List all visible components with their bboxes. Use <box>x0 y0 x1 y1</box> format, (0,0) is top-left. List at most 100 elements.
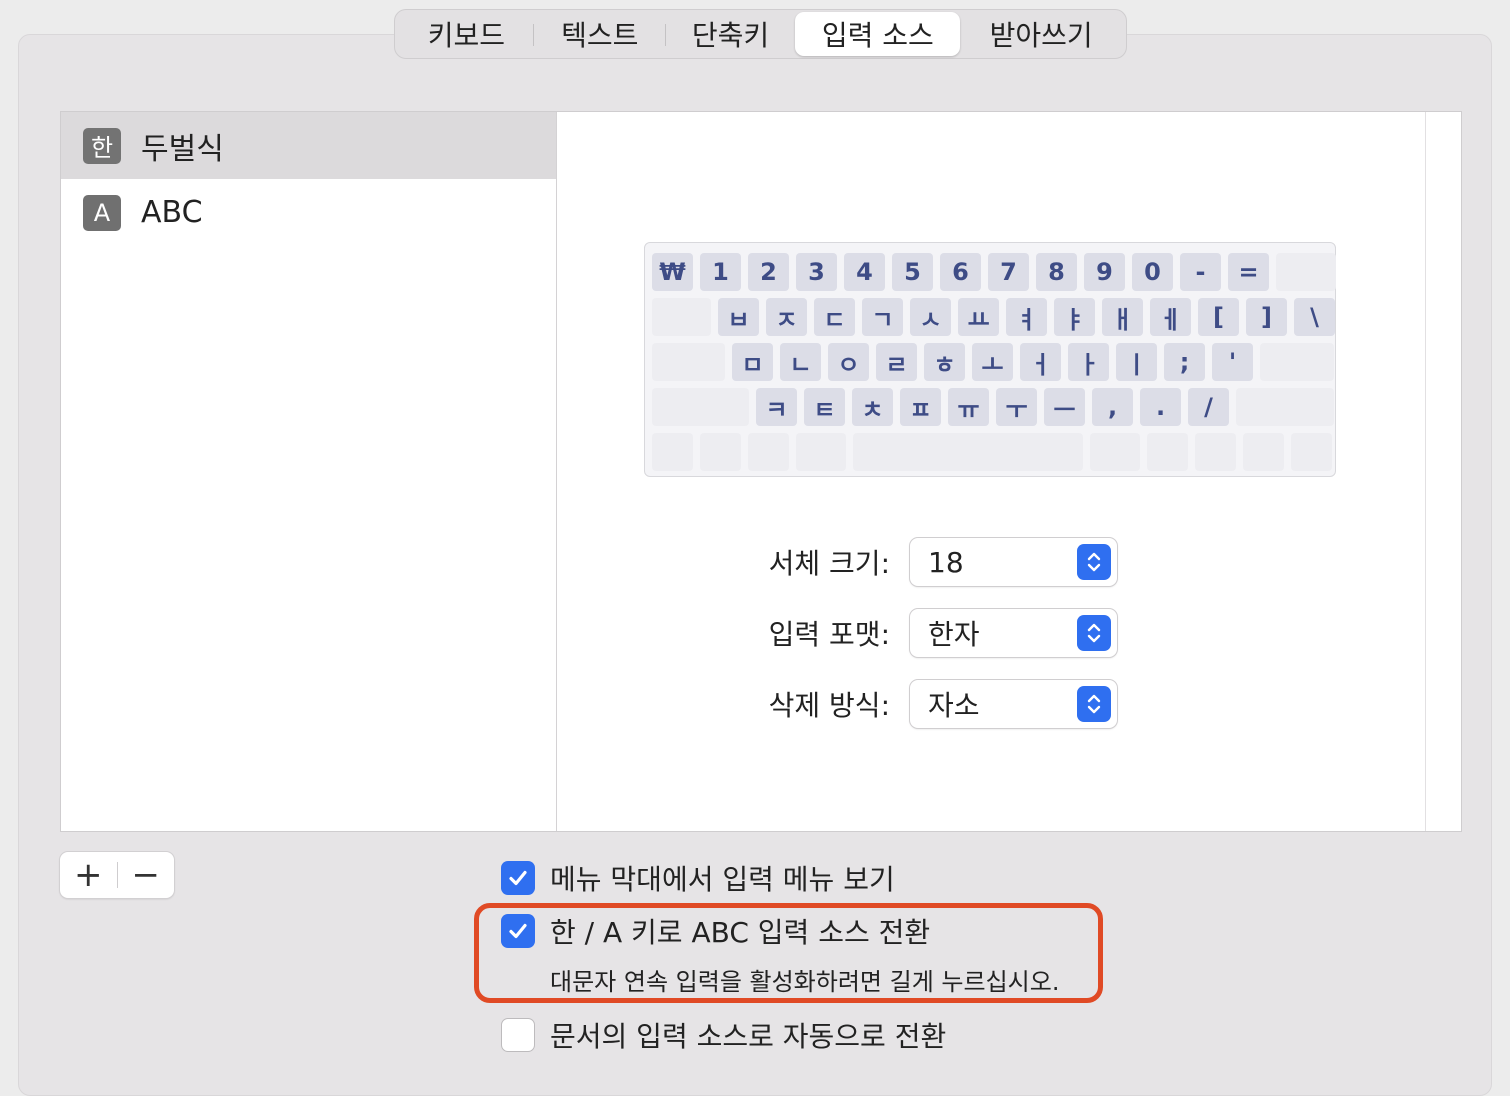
key: ㅍ <box>900 388 941 426</box>
key: / <box>1188 388 1229 426</box>
show-menu-option[interactable]: 메뉴 막대에서 입력 메뉴 보기 <box>501 858 895 898</box>
list-item-abc[interactable]: A ABC <box>61 179 556 246</box>
tab-bar: 키보드 텍스트 단축키 입력 소스 받아쓰기 <box>394 9 1127 59</box>
tab-dictation[interactable]: 받아쓰기 <box>960 12 1122 56</box>
key-option <box>748 433 789 471</box>
input-format-row: 입력 포맷: 한자 <box>700 609 1117 657</box>
keyboard-layout-preview: ₩ 1 2 3 4 5 6 7 8 9 0 - = ㅂ ㅈ ㄷ ㄱ ㅅ ㅛ ㅕ … <box>644 242 1336 477</box>
key-space <box>853 433 1083 471</box>
key-fn <box>652 433 693 471</box>
updown-chevron-icon <box>1077 615 1111 651</box>
list-item-2set[interactable]: 한 두벌식 <box>61 112 556 179</box>
updown-chevron-icon <box>1077 544 1111 580</box>
key: 0 <box>1132 253 1173 291</box>
key: ㄱ <box>862 298 903 336</box>
keyboard-row-2: ㅂ ㅈ ㄷ ㄱ ㅅ ㅛ ㅕ ㅑ ㅐ ㅔ [ ] \ <box>652 298 1335 336</box>
key-up-down <box>1243 433 1284 471</box>
key-control <box>700 433 741 471</box>
key: - <box>1180 253 1221 291</box>
input-format-value: 한자 <box>928 618 980 651</box>
key-right <box>1291 433 1332 471</box>
auto-switch-option[interactable]: 문서의 입력 소스로 자동으로 전환 <box>501 1015 946 1055</box>
font-size-label: 서체 크기: <box>768 547 890 580</box>
key-shift-left <box>652 388 749 426</box>
abc-source-icon: A <box>83 194 121 231</box>
keyboard-row-3: ㅁ ㄴ ㅇ ㄹ ㅎ ㅗ ㅓ ㅏ ㅣ ; ' <box>652 343 1334 381</box>
key: ㅔ <box>1150 298 1191 336</box>
key-delete <box>1276 253 1336 291</box>
key: ㅡ <box>1044 388 1085 426</box>
key: [ <box>1198 298 1239 336</box>
key: ㅏ <box>1068 343 1109 381</box>
delete-method-row: 삭제 방식: 자소 <box>700 680 1117 728</box>
key-return <box>1260 343 1334 381</box>
tab-input-sources[interactable]: 입력 소스 <box>795 12 961 56</box>
key: ㅊ <box>852 388 893 426</box>
key: . <box>1140 388 1181 426</box>
key: ㅜ <box>996 388 1037 426</box>
key: 7 <box>988 253 1029 291</box>
remove-source-button[interactable]: − <box>117 852 174 898</box>
show-menu-label: 메뉴 막대에서 입력 메뉴 보기 <box>550 863 895 896</box>
keyboard-row-4: ㅋ ㅌ ㅊ ㅍ ㅠ ㅜ ㅡ , . / <box>652 388 1334 426</box>
key: ㅈ <box>766 298 807 336</box>
key-option-right <box>1147 433 1188 471</box>
key: ' <box>1212 343 1253 381</box>
key: ㅗ <box>972 343 1013 381</box>
key: ㅓ <box>1020 343 1061 381</box>
hangul-source-icon: 한 <box>83 127 121 164</box>
keyboard-row-1: ₩ 1 2 3 4 5 6 7 8 9 0 - = <box>652 253 1336 291</box>
key: ㅌ <box>804 388 845 426</box>
key-caps <box>652 343 725 381</box>
key: ㅎ <box>924 343 965 381</box>
key: \ <box>1294 298 1335 336</box>
key: 8 <box>1036 253 1077 291</box>
key: ㅑ <box>1054 298 1095 336</box>
key: 9 <box>1084 253 1125 291</box>
auto-switch-checkbox[interactable] <box>501 1018 535 1052</box>
add-remove-control: + − <box>60 852 174 898</box>
font-size-popup[interactable]: 18 <box>910 538 1117 586</box>
key: ㅠ <box>948 388 989 426</box>
key: ㄷ <box>814 298 855 336</box>
checkmark-icon <box>509 870 527 886</box>
source-label: 두벌식 <box>141 131 224 167</box>
input-source-list: 한 두벌식 A ABC <box>61 112 557 831</box>
font-size-row: 서체 크기: 18 <box>700 538 1117 586</box>
key: 4 <box>844 253 885 291</box>
key: ㅇ <box>828 343 869 381</box>
key-command <box>796 433 846 471</box>
add-source-button[interactable]: + <box>60 852 117 898</box>
key: 6 <box>940 253 981 291</box>
key: ㅋ <box>756 388 797 426</box>
key: 1 <box>700 253 741 291</box>
scroll-track[interactable] <box>1425 112 1461 831</box>
key-tab <box>652 298 711 336</box>
highlight-annotation <box>474 903 1103 1003</box>
keyboard-row-5 <box>652 433 1332 471</box>
key: 3 <box>796 253 837 291</box>
font-size-value: 18 <box>928 545 964 579</box>
key-command-right <box>1090 433 1140 471</box>
key: ㅅ <box>910 298 951 336</box>
tab-text[interactable]: 텍스트 <box>534 12 666 56</box>
key: ㄴ <box>780 343 821 381</box>
key: ㅐ <box>1102 298 1143 336</box>
key: ₩ <box>652 253 693 291</box>
key: ㅕ <box>1006 298 1047 336</box>
key: ; <box>1164 343 1205 381</box>
key: , <box>1092 388 1133 426</box>
input-format-label: 입력 포맷: <box>768 618 890 651</box>
key: ㅁ <box>732 343 773 381</box>
source-label: ABC <box>141 195 203 230</box>
key: ] <box>1246 298 1287 336</box>
input-format-popup[interactable]: 한자 <box>910 609 1117 657</box>
updown-chevron-icon <box>1077 686 1111 722</box>
delete-method-label: 삭제 방식: <box>768 689 890 722</box>
show-menu-checkbox[interactable] <box>501 861 535 895</box>
delete-method-popup[interactable]: 자소 <box>910 680 1117 728</box>
tab-keyboard[interactable]: 키보드 <box>399 12 534 56</box>
tab-shortcuts[interactable]: 단축키 <box>666 12 796 56</box>
key: ㅣ <box>1116 343 1157 381</box>
key: ㅛ <box>958 298 999 336</box>
